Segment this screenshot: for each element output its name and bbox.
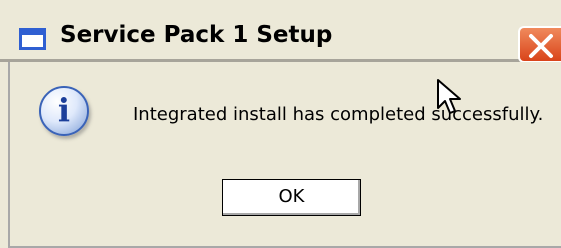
info-icon: i [39, 86, 89, 136]
dialog-body [8, 62, 561, 248]
title-bar: Service Pack 1 Setup [0, 6, 561, 63]
dialog-message: Integrated install has completed success… [133, 104, 544, 125]
window-icon [19, 28, 46, 50]
ok-button[interactable]: OK [222, 179, 361, 216]
close-icon [529, 34, 553, 58]
window-title: Service Pack 1 Setup [60, 22, 333, 48]
close-button[interactable] [518, 26, 561, 63]
info-icon-glyph: i [57, 91, 71, 129]
mouse-pointer-icon [437, 79, 461, 114]
setup-dialog: Service Pack 1 Setup i Integrated instal… [0, 0, 561, 248]
